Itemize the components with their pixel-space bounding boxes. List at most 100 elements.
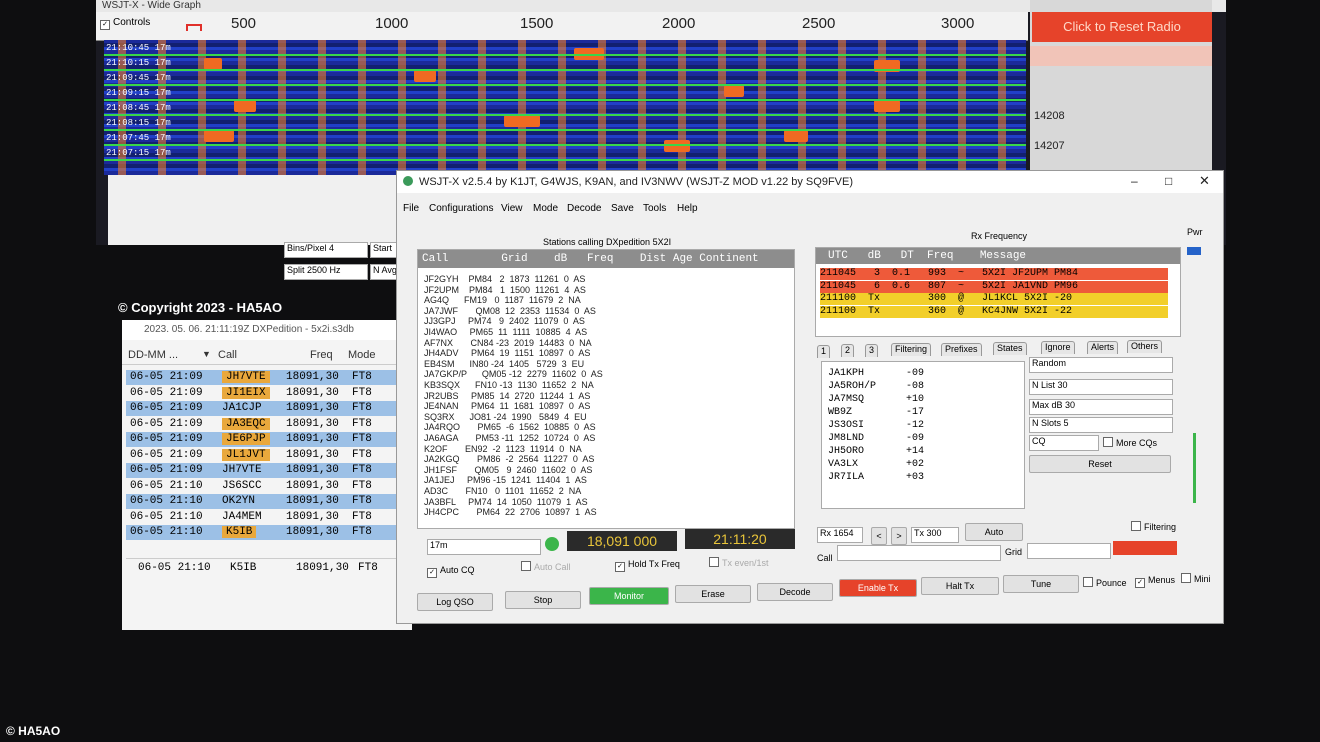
tab-others[interactable]: Others [1127,340,1163,354]
pounce-checkbox[interactable]: Pounce [1083,577,1127,588]
caller-call[interactable]: VA3LX [828,459,858,470]
stop-button[interactable]: Stop [505,591,581,609]
col-mode[interactable]: Mode [348,349,376,361]
arrow-left-icon[interactable]: < [871,527,887,545]
caller-call[interactable]: JH5ORO [828,446,864,457]
station-row[interactable]: JA7JWF QM08 12 2353 11534 0 AS [424,306,596,316]
station-row[interactable]: JA7GKP/P QM05 -12 2279 11602 0 AS [424,369,603,379]
pwr-slider-handle[interactable] [1187,247,1201,255]
hold-tx-checkbox[interactable]: ✓ Hold Tx Freq [615,559,680,572]
nlist-spinbox[interactable]: N List 30 [1029,379,1173,395]
station-row[interactable]: JH4ADV PM64 19 1151 10897 0 AS [424,348,590,358]
frequency-ruler[interactable]: ✓ Controls 500 1000 1500 2000 2500 3000 [96,12,1028,41]
station-row[interactable]: JR2UBS PM85 14 2720 11244 1 AS [424,391,590,401]
rx-message-row[interactable]: 211100 Tx 300 @ JL1KCL 5X2I -20 [820,293,1168,305]
log-qso-button[interactable]: Log QSO [417,593,493,611]
log-table-row[interactable]: 06-05 21:09 JH7VTE 18091,30 FT8 [126,370,406,385]
tx-even-checkbox[interactable]: Tx even/1st [709,557,769,568]
split-spinbox[interactable]: Split 2500 Hz [284,264,368,280]
station-row[interactable]: JH4CPC PM64 22 2706 10897 1 AS [424,507,597,517]
station-row[interactable]: KB3SQX FN10 -13 1130 11652 2 NA [424,380,594,390]
station-row[interactable]: JA6AGA PM53 -11 1252 10724 0 AS [424,433,595,443]
reset-button[interactable]: Reset [1029,455,1171,473]
log-table-row[interactable]: 06-05 21:09 JI1EIX 18091,30 FT8 [126,386,406,401]
maxdb-spinbox[interactable]: Max dB 30 [1029,399,1173,415]
arrow-right-icon[interactable]: > [891,527,907,545]
menu-save[interactable]: Save [611,203,634,214]
caller-call[interactable]: JR7ILA [828,472,864,483]
station-row[interactable]: JI4WAO PM65 11 1111 10885 4 AS [424,327,587,337]
caller-call[interactable]: JM8LND [828,433,864,444]
log-table-row[interactable]: 06-05 21:09 JE6PJP 18091,30 FT8 [126,432,406,447]
random-select[interactable]: Random [1029,357,1173,373]
station-row[interactable]: AG4Q FM19 0 1187 11679 2 NA [424,295,581,305]
grid-input[interactable] [1027,543,1111,559]
controls-checkbox[interactable]: ✓ Controls [100,17,150,30]
station-row[interactable]: JH1FSF QM05 9 2460 11602 0 AS [424,465,592,475]
station-row[interactable]: JE4NAN PM64 11 1681 10897 0 AS [424,401,590,411]
log-table-row[interactable]: 06-05 21:09 JL1JVT 18091,30 FT8 [126,448,406,463]
menu-view[interactable]: View [501,203,523,214]
call-input[interactable] [837,545,1001,561]
tab-filtering[interactable]: Filtering [891,343,932,357]
caller-call[interactable]: JS3OSI [828,420,864,431]
station-row[interactable]: JF2UPM PM84 1 1500 11261 4 AS [424,285,586,295]
filtering-checkbox[interactable]: Filtering [1131,521,1176,532]
log-table-row[interactable]: 06-05 21:09 JA3EQC 18091,30 FT8 [126,417,406,432]
tab-3[interactable]: 3 [865,343,879,357]
log-table-row[interactable]: 06-05 21:09 JH7VTE 18091,30 FT8 [126,463,406,478]
cq-select[interactable]: CQ [1029,435,1099,451]
rx-message-row[interactable]: 211045 6 0.6 807 ~ 5X2I JA1VND PM96 [820,280,1168,293]
mini-checkbox[interactable]: Mini [1181,573,1211,584]
station-row[interactable]: K2OF EN92 -2 1123 11914 0 NA [424,444,582,454]
nslots-spinbox[interactable]: N Slots 5 [1029,417,1173,433]
tab-alerts[interactable]: Alerts [1087,340,1119,354]
station-row[interactable]: AF7NX CN84 -23 2019 14483 0 NA [424,338,592,348]
tune-button[interactable]: Tune [1003,575,1079,593]
rx-message-row[interactable]: 211100 Tx 360 @ KC4JNW 5X2I -22 [820,305,1168,318]
station-row[interactable]: JJ3GPJ PM74 9 2402 11079 0 AS [424,316,585,326]
rx-message-row[interactable]: 211045 3 0.1 993 ~ 5X2I JF2UPM PM84 [820,268,1168,280]
bins-pixel-spinbox[interactable]: Bins/Pixel 4 [284,242,368,258]
menu-mode[interactable]: Mode [533,203,558,214]
halt-tx-button[interactable]: Halt Tx [921,577,999,595]
callers-list[interactable]: JA1KPH -09 JA5ROH/P -08 JA7MSQ +10 WB9Z -17 JS3O… [821,361,1025,509]
minimize-icon[interactable]: – [1131,174,1138,188]
tab-2[interactable]: 2 [841,344,855,358]
station-row[interactable]: EB4SM IN80 -24 1405 5729 3 EU [424,359,584,369]
station-row[interactable]: JA4RQO PM65 -6 1562 10885 0 AS [424,422,596,432]
band-select[interactable]: 17m [427,539,541,555]
auto-cq-checkbox[interactable]: ✓ Auto CQ [427,565,475,578]
erase-button[interactable]: Erase [675,585,751,603]
menu-file[interactable]: File [403,203,419,214]
log-table-row[interactable]: 06-05 21:10 JA4MEM 18091,30 FT8 [126,510,406,525]
caller-call[interactable]: JA1KPH [828,368,864,379]
station-row[interactable]: AD3C FN10 0 1101 11652 2 NA [424,486,581,496]
station-row[interactable]: SQ3RX JO81 -24 1990 5849 4 EU [424,412,587,422]
log-table-row[interactable]: 06-05 21:09 JA1CJP 18091,30 FT8 [126,401,406,416]
tx-freq-spinbox[interactable]: Tx 300 [911,527,959,543]
col-freq[interactable]: Freq [310,349,333,361]
caller-call[interactable]: JA7MSQ [828,394,864,405]
reset-radio-button[interactable]: Click to Reset Radio [1032,12,1212,42]
station-row[interactable]: JA1JEJ PM96 -15 1241 11404 1 AS [424,475,587,485]
log-table-row[interactable]: 06-05 21:10 JS6SCC 18091,30 FT8 [126,479,406,494]
close-icon[interactable]: ✕ [1199,173,1210,189]
log-table-row[interactable]: 06-05 21:10 K5IB 18091,30 FT8 [126,525,406,540]
menu-decode[interactable]: Decode [567,203,601,214]
tab-1[interactable]: 1 [817,345,831,358]
maximize-icon[interactable]: □ [1165,174,1172,188]
monitor-button[interactable]: Monitor [589,587,669,605]
rx-freq-spinbox[interactable]: Rx 1654 [817,527,863,543]
stations-list[interactable]: Call Grid dB Freq Dist Age Continent JF2… [417,249,795,529]
tab-states[interactable]: States [993,342,1027,355]
decode-button[interactable]: Decode [757,583,833,601]
menu-help[interactable]: Help [677,203,698,214]
more-cqs-checkbox[interactable]: More CQs [1103,437,1157,448]
menu-configurations[interactable]: Configurations [429,203,493,214]
col-call[interactable]: Call [218,349,237,361]
waterfall-display[interactable]: 21:10:45 17m 21:10:15 17m 21:09:45 17m 2… [104,40,1026,175]
tab-prefixes[interactable]: Prefixes [941,342,982,356]
menus-checkbox[interactable]: ✓ Menus [1135,575,1175,588]
auto-button[interactable]: Auto [965,523,1023,541]
